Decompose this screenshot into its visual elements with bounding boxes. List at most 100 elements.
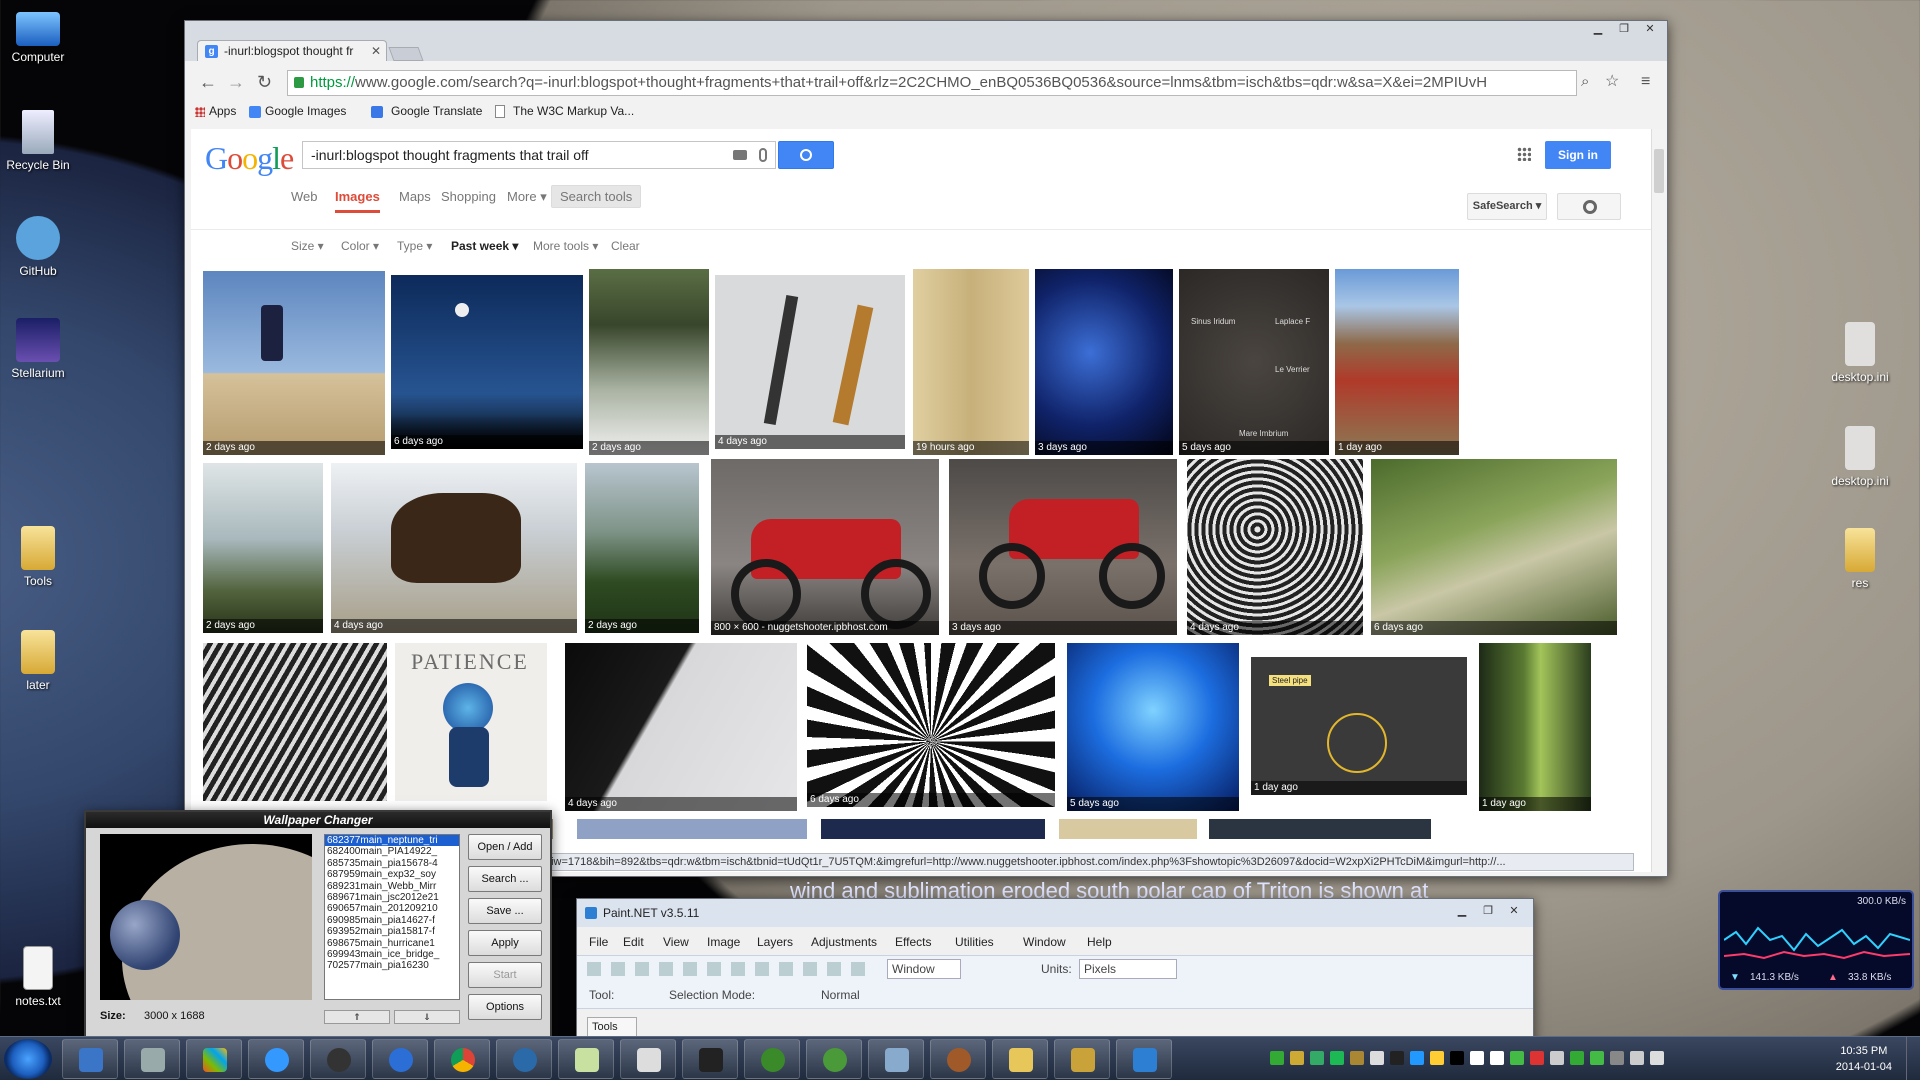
browser-tab[interactable]: g -inurl:blogspot thought fr ✕ (197, 40, 387, 62)
taskbar-explorer[interactable] (62, 1039, 118, 1079)
taskbar-keys[interactable] (1054, 1039, 1110, 1079)
image-result[interactable]: 19 hours ago (913, 269, 1029, 455)
tray-icon[interactable] (1610, 1051, 1624, 1065)
tools-panel-tab[interactable]: Tools (587, 1017, 637, 1037)
taskbar-folder[interactable] (992, 1039, 1048, 1079)
bookmark-w3c[interactable]: The W3C Markup Va... (513, 104, 634, 118)
taskbar-camera[interactable] (124, 1039, 180, 1079)
tray-icon[interactable] (1370, 1051, 1384, 1065)
forward-arrow-icon[interactable]: → (227, 73, 245, 91)
filter-type[interactable]: Type ▾ (397, 239, 432, 253)
filter-time[interactable]: Past week ▾ (451, 239, 518, 253)
sign-in-button[interactable]: Sign in (1545, 141, 1611, 169)
image-result[interactable] (1209, 819, 1431, 839)
back-arrow-icon[interactable]: ← (199, 73, 217, 91)
taskbar-monitor[interactable] (682, 1039, 738, 1079)
safesearch-dropdown[interactable]: SafeSearch ▾ (1467, 193, 1547, 220)
list-item[interactable]: 682400main_PIA14922_ (325, 846, 459, 857)
image-result[interactable]: 4 days ago (1187, 459, 1363, 635)
list-item[interactable]: 689231main_Webb_Mirr (325, 881, 459, 892)
close-icon[interactable]: ✕ (1501, 903, 1527, 921)
tray-icon[interactable] (1330, 1051, 1344, 1065)
filter-clear[interactable]: Clear (611, 239, 640, 253)
settings-button[interactable] (1557, 193, 1621, 220)
taskbar-notepad[interactable] (558, 1039, 614, 1079)
tray-icon[interactable] (1390, 1051, 1404, 1065)
minimize-icon[interactable]: ▁ (1449, 903, 1475, 921)
image-result[interactable] (203, 643, 387, 801)
volume-icon[interactable] (1550, 1051, 1564, 1065)
tray-icon[interactable] (1490, 1051, 1504, 1065)
tab-more[interactable]: More ▾ (507, 189, 547, 205)
tab-shopping[interactable]: Shopping (441, 189, 496, 204)
search-input[interactable]: -inurl:blogspot thought fragments that t… (302, 141, 776, 169)
scrollbar[interactable] (1651, 129, 1665, 872)
list-item[interactable]: 690985main_pia14627-f (325, 915, 459, 926)
tray-icon[interactable] (1430, 1051, 1444, 1065)
image-result[interactable]: 2 days ago (203, 271, 385, 455)
maximize-icon[interactable]: ❐ (1611, 21, 1637, 39)
image-result[interactable]: 4 days ago (715, 275, 905, 449)
search-icon[interactable]: ⌕ (1581, 73, 1589, 91)
desktop-icon-github[interactable]: GitHub (0, 216, 76, 278)
image-result[interactable]: 2 days ago (589, 269, 709, 455)
tray-icon[interactable] (1570, 1051, 1584, 1065)
image-result[interactable]: PATIENCE (395, 643, 547, 801)
tray-icon[interactable] (1530, 1051, 1544, 1065)
tray-icon[interactable] (1410, 1051, 1424, 1065)
list-item[interactable]: 693952main_pia15817-f (325, 926, 459, 937)
menu-help[interactable]: Help (1087, 935, 1112, 949)
image-result[interactable]: 6 days ago (391, 275, 583, 449)
list-item[interactable]: 685735main_pia15678-4 (325, 858, 459, 869)
reload-icon[interactable]: ↻ (257, 73, 272, 91)
list-item[interactable]: 689671main_jsc2012e21 (325, 892, 459, 903)
desktop-icon-res[interactable]: res (1822, 528, 1898, 590)
tray-icon[interactable] (1290, 1051, 1304, 1065)
camera-icon[interactable] (733, 150, 747, 160)
tray-icon[interactable] (1470, 1051, 1484, 1065)
menu-file[interactable]: File (589, 935, 608, 949)
options-button[interactable]: Options (468, 994, 542, 1020)
minimize-icon[interactable]: ▁ (1585, 21, 1611, 39)
menu-image[interactable]: Image (707, 935, 740, 949)
tab-images[interactable]: Images (335, 189, 380, 213)
menu-layers[interactable]: Layers (757, 935, 793, 949)
list-item[interactable]: 682377main_neptune_tri (325, 835, 459, 847)
image-result[interactable]: 2 days ago (585, 463, 699, 633)
taskbar-python[interactable] (744, 1039, 800, 1079)
desktop-icon-later[interactable]: later (0, 630, 76, 692)
tray-icon[interactable] (1350, 1051, 1364, 1065)
tray-icon[interactable] (1590, 1051, 1604, 1065)
list-item[interactable]: 699943main_ice_bridge_ (325, 949, 459, 960)
start-button[interactable]: Start (468, 962, 542, 988)
menu-view[interactable]: View (663, 935, 689, 949)
show-desktop-button[interactable] (1906, 1037, 1920, 1080)
taskbar-app[interactable] (930, 1039, 986, 1079)
image-result[interactable]: 800 × 600 - nuggetshooter.ipbhost.com (711, 459, 939, 635)
start-button[interactable] (4, 1039, 52, 1079)
close-icon[interactable]: ✕ (1637, 21, 1663, 39)
desktop-icon-computer[interactable]: Computer (0, 8, 76, 64)
new-tab-button[interactable] (388, 47, 424, 61)
list-item[interactable]: 690657main_201209210 (325, 903, 459, 914)
image-result[interactable]: Sinus Iridum Laplace F Le Verrier Mare I… (1179, 269, 1329, 455)
window-title-bar[interactable]: Wallpaper Changer (86, 812, 550, 828)
desktop-icon-stellarium[interactable]: Stellarium (0, 318, 76, 380)
filter-color[interactable]: Color ▾ (341, 239, 379, 253)
taskbar-search[interactable] (868, 1039, 924, 1079)
tab-maps[interactable]: Maps (399, 189, 431, 204)
menu-effects[interactable]: Effects (895, 935, 931, 949)
image-result[interactable]: 2 days ago (203, 463, 323, 633)
address-bar[interactable]: https://www.google.com/search?q=-inurl:b… (287, 70, 1577, 96)
desktop-icon-tools[interactable]: Tools (0, 526, 76, 588)
desktop-icon-desktop-ini-1[interactable]: desktop.ini (1822, 322, 1898, 384)
desktop-icon-recycle-bin[interactable]: Recycle Bin (0, 110, 76, 172)
tray-icon[interactable] (1650, 1051, 1664, 1065)
taskbar-thunderbird[interactable] (496, 1039, 552, 1079)
list-item[interactable]: 702577main_pia16230 (325, 960, 459, 971)
filter-size[interactable]: Size ▾ (291, 239, 324, 253)
save-button[interactable]: Save ... (468, 898, 542, 924)
menu-utilities[interactable]: Utilities (955, 935, 994, 949)
wallpaper-file-list[interactable]: 682377main_neptune_tri 682400main_PIA149… (324, 834, 460, 1000)
clock[interactable]: 10:35 PM 2014-01-04 (1836, 1043, 1892, 1075)
